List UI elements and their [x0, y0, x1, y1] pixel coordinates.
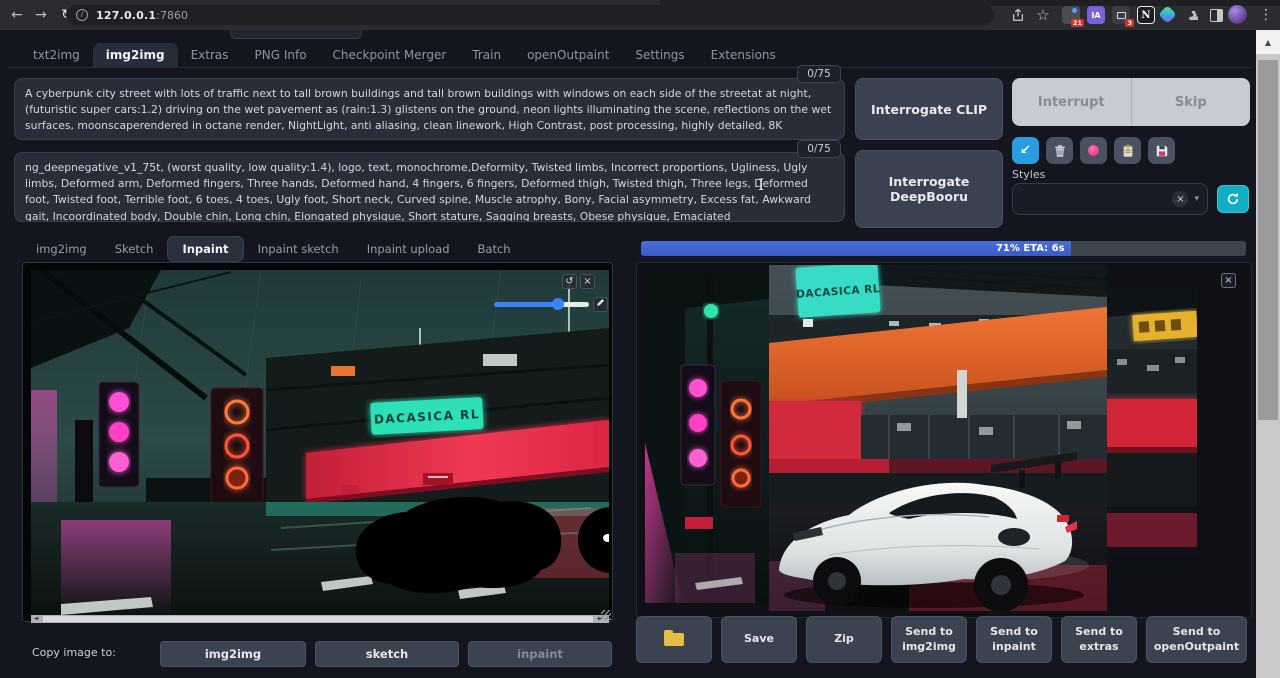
copy-to-img2img-button[interactable]: img2img	[160, 641, 306, 667]
tab-img2img[interactable]: img2img	[93, 43, 178, 67]
mode-tab-img2img[interactable]: img2img	[22, 237, 101, 261]
tab-extensions[interactable]: Extensions	[698, 43, 789, 67]
floppy-save-icon	[1155, 144, 1169, 158]
scroll-right-icon[interactable]: ►	[595, 615, 605, 623]
gallery-image-left[interactable]	[645, 273, 769, 603]
generate-button-group: Interrupt Skip	[1012, 78, 1250, 126]
url-port: :7860	[156, 9, 188, 22]
send-to-openoutpaint-button[interactable]: Send to openOutpaint	[1146, 616, 1247, 663]
extension-icon-2[interactable]: 3	[1112, 6, 1130, 24]
extension-icon-1[interactable]: 21	[1062, 6, 1080, 24]
tab-train[interactable]: Train	[459, 43, 514, 67]
tab-checkpoint-merger[interactable]: Checkpoint Merger	[320, 43, 460, 67]
negative-prompt-textarea[interactable]: ng_deepnegative_v1_75t, (worst quality, …	[14, 152, 845, 222]
scroll-up-icon[interactable]: ▲	[1256, 30, 1280, 54]
clear-styles-icon[interactable]: ×	[1172, 191, 1188, 207]
styles-dropdown[interactable]: × ▾	[1012, 183, 1208, 215]
extra-networks-button[interactable]	[1080, 137, 1107, 164]
styles-label: Styles	[1012, 168, 1045, 181]
tab-settings[interactable]: Settings	[622, 43, 697, 67]
skip-button[interactable]: Skip	[1132, 78, 1251, 126]
interrogate-clip-button[interactable]: Interrogate CLIP	[855, 78, 1003, 140]
browser-back-icon[interactable]: ←	[6, 4, 28, 26]
browser-menu-icon[interactable]: ⋮	[1256, 5, 1276, 25]
scroll-left-icon[interactable]: ◄	[31, 615, 41, 623]
clear-prompt-button[interactable]	[1046, 137, 1073, 164]
address-bar[interactable]: i 127.0.0.1 :7860	[66, 5, 994, 25]
sidepanel-icon[interactable]	[1206, 5, 1226, 25]
trash-icon	[1053, 144, 1067, 158]
folder-icon	[664, 633, 684, 646]
gallery-image-right[interactable]	[1107, 287, 1197, 557]
undo-brush-icon[interactable]: ↺	[562, 274, 577, 289]
page-scrollbar-thumb[interactable]	[1258, 60, 1278, 420]
page-scrollbar[interactable]: ▲	[1256, 30, 1280, 678]
progress-bar: 71% ETA: 6s	[641, 241, 1246, 256]
copy-image-to-label: Copy image to:	[32, 646, 116, 659]
progress-label: 71% ETA: 6s	[996, 243, 1065, 254]
output-gallery: DACASICA RL	[636, 262, 1252, 618]
extra-networks-icon	[1088, 145, 1099, 156]
extensions-puzzle-icon[interactable]	[1183, 5, 1203, 25]
brush-size-slider[interactable]	[494, 302, 589, 307]
prompt-textarea[interactable]: A cyberpunk city street with lots of tra…	[14, 78, 845, 140]
mode-tab-inpaint-upload[interactable]: Inpaint upload	[353, 237, 464, 261]
share-icon[interactable]	[1008, 5, 1028, 25]
gallery-image-main[interactable]: DACASICA RL	[769, 265, 1107, 611]
refresh-styles-button[interactable]	[1217, 185, 1249, 213]
profile-avatar[interactable]	[1228, 5, 1247, 24]
extension-badge-2: 3	[1125, 19, 1134, 28]
send-to-img2img-button[interactable]: Send to img2img	[891, 616, 967, 663]
save-style-button[interactable]	[1148, 137, 1175, 164]
url-host: 127.0.0.1	[96, 9, 156, 22]
brush-slider-thumb[interactable]	[552, 298, 564, 310]
browser-forward-icon[interactable]: →	[30, 4, 52, 26]
apply-styles-button[interactable]	[1114, 137, 1141, 164]
extension-icon-diamond[interactable]	[1158, 5, 1176, 23]
refresh-icon	[1226, 192, 1240, 206]
copy-to-sketch-button[interactable]: sketch	[315, 641, 459, 667]
gallery-actions: Save Zip Send to img2img Send to inpaint…	[636, 616, 1252, 663]
paste-params-button[interactable]: ↙	[1012, 137, 1039, 164]
tab-txt2img[interactable]: txt2img	[20, 43, 93, 67]
interrupt-button[interactable]: Interrupt	[1012, 78, 1131, 126]
clipboard-icon	[1121, 144, 1135, 158]
save-button[interactable]: Save	[721, 616, 797, 663]
negative-token-counter: 0/75	[797, 140, 841, 158]
tab-openoutpaint[interactable]: openOutpaint	[514, 43, 622, 67]
mode-tab-inpaint[interactable]: Inpaint	[167, 236, 243, 262]
stable-diffusion-webui: ← → ↻ i 127.0.0.1 :7860 ☆ 21 IA 3 N	[0, 0, 1280, 678]
site-info-icon[interactable]: i	[76, 9, 88, 21]
mode-tab-batch[interactable]: Batch	[464, 237, 525, 261]
img2img-mode-tabs: img2img Sketch Inpaint Inpaint sketch In…	[22, 236, 525, 262]
zip-button[interactable]: Zip	[806, 616, 882, 663]
main-tab-bar: txt2img img2img Extras PNG Info Checkpoi…	[8, 42, 1252, 68]
paste-arrow-icon: ↙	[1020, 143, 1031, 158]
clear-canvas-icon[interactable]: ×	[580, 274, 595, 289]
progress-fill: 71% ETA: 6s	[641, 241, 1071, 256]
gallery-close-icon[interactable]: ×	[1221, 273, 1236, 288]
open-folder-button[interactable]	[636, 616, 712, 663]
scrollbar-thumb[interactable]	[43, 616, 593, 622]
checkpoint-dropdown-cutoff[interactable]	[230, 30, 362, 39]
inpaint-canvas-container: DACASICA RL	[22, 262, 613, 622]
tab-extras[interactable]: Extras	[178, 43, 242, 67]
bookmark-star-icon[interactable]: ☆	[1033, 5, 1053, 25]
mode-tab-sketch[interactable]: Sketch	[101, 237, 168, 261]
send-to-extras-button[interactable]: Send to extras	[1061, 616, 1137, 663]
browser-toolbar: ← → ↻ i 127.0.0.1 :7860 ☆ 21 IA 3 N	[0, 0, 1280, 30]
brush-tool-icon[interactable]	[593, 297, 608, 312]
extension-badge-1: 21	[1071, 19, 1084, 28]
prompt-token-counter: 0/75	[797, 65, 841, 83]
inpaint-canvas-image[interactable]: DACASICA RL	[31, 270, 609, 615]
chevron-down-icon[interactable]: ▾	[1194, 194, 1199, 204]
extension-icon-ia[interactable]: IA	[1087, 6, 1105, 24]
extension-icon-n[interactable]: N	[1137, 6, 1155, 24]
tab-png-info[interactable]: PNG Info	[242, 43, 320, 67]
mode-tab-inpaint-sketch[interactable]: Inpaint sketch	[244, 237, 353, 261]
canvas-horizontal-scrollbar[interactable]: ◄ ►	[31, 615, 609, 623]
interrogate-deepbooru-button[interactable]: Interrogate DeepBooru	[855, 150, 1003, 228]
copy-to-inpaint-button[interactable]: inpaint	[468, 641, 612, 667]
send-to-inpaint-button[interactable]: Send to inpaint	[976, 616, 1052, 663]
